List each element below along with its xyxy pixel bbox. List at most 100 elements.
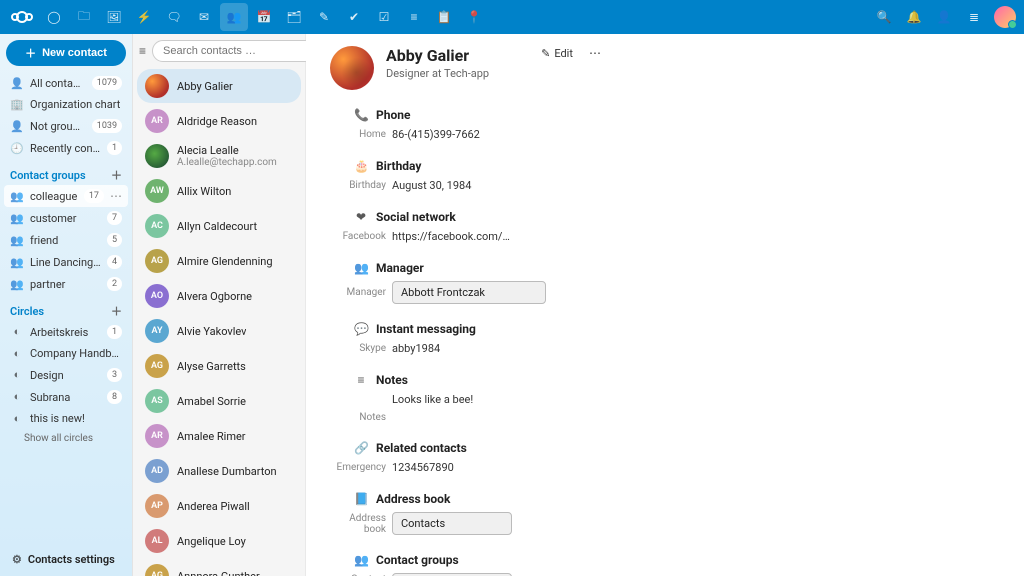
contact-list-item[interactable]: ARAmalee Rimer [137,419,301,453]
contact-name: Allyn Caldecourt [177,220,257,233]
nav-circle-1[interactable]: ◐Company Handbook [4,343,128,364]
row-value: 1234567890 [392,461,454,474]
contact-avatar-small: AW [145,179,169,203]
app-notes-icon[interactable]: ✎ [310,3,338,31]
notifications-icon[interactable]: 🔔 [900,3,928,31]
contact-avatar-small: AC [145,214,169,238]
user-avatar[interactable] [994,6,1016,28]
nav-circle-0-icon: ◐ [10,326,24,338]
contact-list[interactable]: Abby GalierARAldridge ReasonAlecia Leall… [133,68,305,576]
left-sidebar: ＋ New contact 👤All contacts1079 🏢 Organiza… [0,34,132,576]
contact-list-item[interactable]: APAnderea Piwall [137,489,301,523]
app-todo-icon[interactable]: ≡ [400,3,428,31]
contact-list-item[interactable]: ADAnallese Dumbarton [137,454,301,488]
app-maps-icon[interactable]: 📍 [460,3,488,31]
contacts-settings-button[interactable]: ⚙ Contacts settings [4,547,128,572]
nav-circle-4[interactable]: ◐this is new! [4,408,128,429]
nav-group-3-label: Line Dancing Group [30,256,101,269]
nav-main-0[interactable]: 👤All contacts1079 [4,72,128,94]
nav-group-1[interactable]: 👥customer7 [4,207,128,229]
contact-list-item[interactable]: AC Allyn Caldecourt [137,209,301,243]
section-abook: 📘Address bookAddress bookContacts [330,492,1000,535]
more-actions-button[interactable]: ⋯ [589,46,602,60]
search-input[interactable] [152,40,316,62]
circles-title: Circles [10,305,44,318]
contact-avatar-small: AL [145,529,169,553]
app-talk-icon[interactable]: 🗨 [160,3,188,31]
contact-list-item[interactable]: AGAlmire Glendenning [137,244,301,278]
app-mail-icon[interactable]: ✉ [190,3,218,31]
section-social-icon: ❤ [354,210,368,224]
app-checklist-icon[interactable]: ☑ [370,3,398,31]
section-manager-title: Manager [376,261,424,275]
section-abook-title: Address book [376,492,450,506]
pencil-icon: ✎ [541,47,550,60]
contact-list-item[interactable]: AGAlyse Garretts [137,349,301,383]
contact-list-item[interactable]: Abby Galier [137,69,301,103]
app-photos-icon[interactable]: 🖼 [100,3,128,31]
contact-avatar-small: AY [145,319,169,343]
users-icon[interactable]: 👤 [930,3,958,31]
nav-circle-1-icon: ◐ [10,348,24,360]
contact-list-item[interactable]: ALAngelique Loy [137,524,301,558]
contact-name: Almire Glendenning [177,255,273,268]
nav-group-3[interactable]: 👥Line Dancing Group4 [4,251,128,273]
nav-circle-3[interactable]: ◐Subrana8 [4,386,128,408]
app-dashboard-icon[interactable]: ◯ [40,3,68,31]
contact-groups-header: Contact groups ＋ [4,159,128,185]
nav-group-2-label: friend [30,234,101,247]
nav-circle-2[interactable]: ◐Design3 [4,364,128,386]
contact-list-item[interactable]: ASAmabel Sorrie [137,384,301,418]
row-value: 86-(415)399-7662 [392,128,480,141]
edit-button[interactable]: ✎ Edit [541,47,573,60]
contact-name: Aldridge Reason [177,115,257,128]
contact-avatar[interactable] [330,46,374,90]
contact-avatar-small: AG [145,354,169,378]
contact-list-item[interactable]: Alecia LealleA.lealle@techapp.com [137,139,301,173]
nav-main-1[interactable]: 🏢 Organization chart [4,94,128,115]
app-logo[interactable] [8,3,36,31]
search-icon[interactable]: 🔍 [870,3,898,31]
app-deck-icon[interactable]: 🗂 [280,3,308,31]
nav-main-2-label: Not grouped [30,120,86,133]
detail-actions: ✎ Edit ⋯ [541,46,602,60]
app-activity-icon[interactable]: ⚡ [130,3,158,31]
nav-main-3[interactable]: 🕘Recently contacted1 [4,137,128,159]
contact-avatar-small: AD [145,459,169,483]
detail-header: Abby Galier Designer at Tech-app ✎ Edit … [330,46,1000,90]
app-files-icon[interactable]: 🗀 [70,3,98,31]
row-label: Birthday [330,180,392,191]
nav-group-4[interactable]: 👥partner2 [4,273,128,295]
app-forms-icon[interactable]: 📋 [430,3,458,31]
menu-icon[interactable]: ≣ [960,3,988,31]
nav-main-0-count: 1079 [92,76,122,90]
nav-group-0[interactable]: 👥colleague17⋯ [4,185,128,207]
nav-main-1-label: Organization chart [30,98,122,111]
section-abook-row: Address bookContacts [330,512,1000,535]
nav-circle-0-label: Arbeitskreis [30,326,101,339]
app-tasks-icon[interactable]: ✔ [340,3,368,31]
contact-list-item[interactable]: AWAllix Wilton [137,174,301,208]
nav-main-2[interactable]: 👤Not grouped1039 [4,115,128,137]
contact-list-item[interactable]: AOAlvera Ogborne [137,279,301,313]
show-all-circles[interactable]: Show all circles [4,429,128,448]
add-group-icon[interactable]: ＋ [111,167,122,183]
new-contact-button[interactable]: ＋ New contact [6,40,126,66]
row-select[interactable]: Contacts [392,512,512,535]
section-related-title: Related contacts [376,441,467,455]
list-menu-icon[interactable]: ≡ [139,44,146,58]
nav-circle-0[interactable]: ◐Arbeitskreis1 [4,321,128,343]
section-notes-title: Notes [376,373,408,387]
row-select[interactable]: Abbott Frontczak [392,281,546,304]
contact-list-item[interactable]: AYAlvie Yakovlev [137,314,301,348]
app-contacts-icon[interactable]: 👥 [220,3,248,31]
add-circle-icon[interactable]: ＋ [111,303,122,319]
contact-list-item[interactable]: AGAnnnora Gunther [137,559,301,576]
contact-list-item[interactable]: ARAldridge Reason [137,104,301,138]
app-calendar-icon[interactable]: 📅 [250,3,278,31]
section-manager-icon: 👥 [354,261,368,275]
nav-group-2[interactable]: 👥friend5 [4,229,128,251]
nav-group-0-more-icon[interactable]: ⋯ [110,189,122,203]
nav-main-1-icon: 🏢 [10,98,24,111]
nav-group-3-count: 4 [107,255,122,269]
